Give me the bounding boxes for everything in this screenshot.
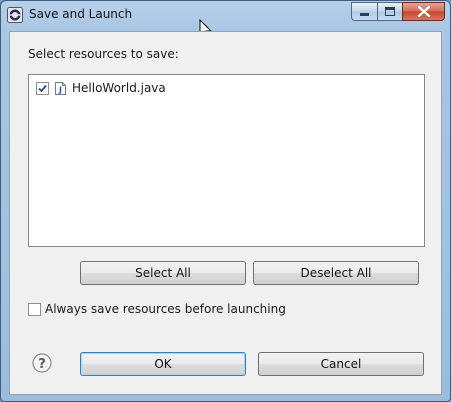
- minimize-icon: [360, 12, 369, 16]
- window-title: Save and Launch: [29, 7, 133, 21]
- select-all-button[interactable]: Select All: [80, 261, 246, 285]
- svg-text:?: ?: [38, 357, 46, 372]
- ok-button[interactable]: OK: [80, 352, 246, 376]
- always-save-label: Always save resources before launching: [45, 302, 286, 316]
- resource-label: HelloWorld.java: [72, 81, 166, 95]
- title-bar[interactable]: Save and Launch: [1, 1, 450, 29]
- deselect-all-button[interactable]: Deselect All: [253, 261, 419, 285]
- dialog-window: Save and Launch Select resources to save…: [0, 0, 451, 402]
- minimize-button[interactable]: [351, 2, 377, 21]
- java-file-icon: J: [55, 81, 66, 95]
- always-save-checkbox[interactable]: [28, 302, 41, 316]
- resources-list[interactable]: J HelloWorld.java: [28, 74, 425, 247]
- maximize-icon: [385, 7, 395, 16]
- maximize-button[interactable]: [377, 2, 402, 21]
- dialog-client-area: Select resources to save: J HelloWorld.j…: [9, 31, 442, 395]
- resource-checkbox[interactable]: [36, 81, 49, 95]
- eclipse-app-icon: [7, 7, 23, 23]
- svg-text:J: J: [58, 85, 62, 94]
- always-save-option[interactable]: Always save resources before launching: [28, 302, 286, 316]
- help-icon[interactable]: ?: [32, 353, 52, 373]
- close-button[interactable]: [402, 2, 445, 21]
- cancel-button[interactable]: Cancel: [258, 352, 424, 376]
- list-item[interactable]: J HelloWorld.java: [36, 81, 166, 95]
- close-icon: [417, 6, 430, 17]
- prompt-label: Select resources to save:: [28, 47, 179, 61]
- checkmark-icon: [38, 84, 47, 92]
